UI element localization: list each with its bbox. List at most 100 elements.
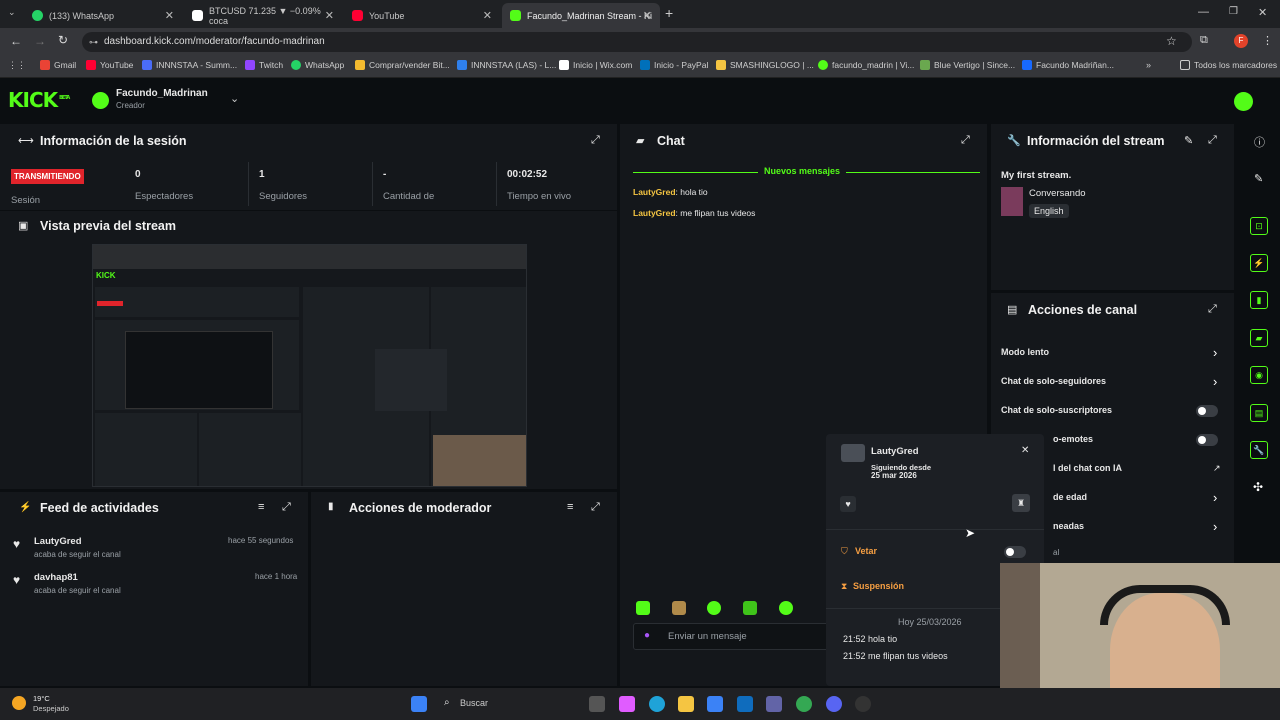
behance-icon: [1022, 60, 1032, 70]
back-icon[interactable]: ←: [10, 34, 22, 48]
tab-search-icon[interactable]: ⌄: [8, 7, 16, 18]
close-icon[interactable]: ✕: [643, 9, 652, 22]
emote-icon[interactable]: [672, 601, 686, 615]
close-icon[interactable]: ✕: [165, 9, 174, 22]
channel-avatar[interactable]: [92, 92, 109, 109]
user-avatar[interactable]: [1234, 92, 1253, 111]
widget-toggle-icon[interactable]: ⊡: [1250, 217, 1268, 235]
emote-icon[interactable]: [636, 601, 650, 615]
bookmark-star-icon[interactable]: ☆: [1166, 34, 1177, 48]
mod-badge-button[interactable]: ♜: [1012, 494, 1030, 512]
bookmark-smashinglogo[interactable]: SMASHINGLOGO | ...: [716, 60, 814, 70]
apps-icon[interactable]: ⋮⋮: [8, 60, 26, 71]
windows-start-icon[interactable]: [411, 696, 427, 712]
add-widget-icon[interactable]: ✣: [1253, 480, 1263, 494]
wrench-widget-icon[interactable]: 🔧: [1250, 441, 1268, 459]
follower-name[interactable]: davhap81: [34, 572, 78, 583]
channel-action-followers-only[interactable]: Chat de solo-seguidores ›: [1001, 374, 1226, 392]
channel-action-age-restriction[interactable]: de edad ›: [1053, 490, 1226, 508]
channel-action-slow-mode[interactable]: Modo lento ›: [1001, 345, 1226, 363]
bookmark-binance[interactable]: Comprar/vender Bit...: [355, 60, 450, 70]
expand-icon[interactable]: ⤢: [961, 134, 970, 147]
menu-icon[interactable]: ⋮: [1262, 34, 1273, 47]
close-icon[interactable]: ✕: [1021, 445, 1029, 456]
teams-icon[interactable]: [766, 696, 782, 712]
weather-desc: Despejado: [33, 704, 69, 713]
edge-icon[interactable]: [649, 696, 665, 712]
channel-action-ai-chat[interactable]: l del chat con IA ↗: [1053, 463, 1226, 479]
ban-toggle[interactable]: [1004, 546, 1026, 558]
chat-username[interactable]: LautyGred: [633, 187, 676, 197]
bookmark-behance[interactable]: Facundo Madriñan...: [1022, 60, 1114, 70]
minimize-button[interactable]: —: [1198, 6, 1209, 18]
follower-name[interactable]: LautyGred: [34, 536, 82, 547]
channel-switcher-chevron-icon[interactable]: ⌄: [230, 92, 239, 105]
filter-icon[interactable]: ≡: [258, 501, 264, 513]
chat-widget-icon[interactable]: ▰: [1250, 329, 1268, 347]
url-input[interactable]: ⊶ dashboard.kick.com/moderator/facundo-m…: [82, 32, 1192, 52]
expand-icon[interactable]: ⤢: [591, 501, 600, 514]
filter-icon[interactable]: ≡: [567, 501, 573, 513]
bookmarks-folder[interactable]: Todos los marcadores: [1180, 60, 1277, 70]
profile-avatar[interactable]: F: [1234, 34, 1248, 48]
close-icon[interactable]: ✕: [483, 9, 492, 22]
emote-icon[interactable]: [707, 601, 721, 615]
tab-youtube[interactable]: YouTube ✕: [344, 3, 500, 28]
bookmark-facundo-vimeo[interactable]: facundo_madrin | Vi...: [818, 60, 914, 70]
chat-username[interactable]: LautyGred: [633, 208, 676, 218]
emote-icon[interactable]: [779, 601, 793, 615]
emotes-only-toggle[interactable]: [1196, 434, 1218, 446]
expand-icon[interactable]: ⤢: [1208, 303, 1217, 316]
kick-logo[interactable]: KICK BETA: [8, 88, 70, 112]
bookmark-youtube[interactable]: YouTube: [86, 60, 133, 70]
bookmark-whatsapp[interactable]: WhatsApp: [291, 60, 344, 70]
channel-action-banned-words[interactable]: neadas ›: [1053, 519, 1226, 537]
close-window-button[interactable]: ✕: [1258, 6, 1267, 19]
expand-icon[interactable]: ⤢: [591, 134, 600, 147]
bookmark-blue-vertigo[interactable]: Blue Vertigo | Since...: [920, 60, 1015, 70]
task-view-icon[interactable]: [589, 696, 605, 712]
discord-icon[interactable]: [826, 696, 842, 712]
log-widget-icon[interactable]: ▮: [1250, 291, 1268, 309]
info-icon[interactable]: ⓘ: [1254, 134, 1265, 150]
forward-icon[interactable]: →: [34, 34, 46, 48]
taskbar-search[interactable]: ⌕ Buscar: [440, 694, 580, 714]
ban-row[interactable]: ⛉ Vetar: [841, 546, 1031, 562]
pencil-icon[interactable]: ✎: [1254, 172, 1263, 185]
expand-icon[interactable]: ⤢: [282, 501, 291, 514]
more-bookmarks-icon[interactable]: »: [1146, 60, 1151, 70]
broadcast-widget-icon[interactable]: ◉: [1250, 366, 1268, 384]
bookmark-wix[interactable]: Inicio | Wix.com: [559, 60, 632, 70]
emote-icon[interactable]: [743, 601, 757, 615]
maximize-button[interactable]: ❐: [1229, 6, 1238, 17]
bolt-widget-icon[interactable]: ⚡: [1250, 254, 1268, 272]
weather-icon[interactable]: [12, 696, 26, 710]
store-icon[interactable]: [707, 696, 723, 712]
bookmark-gmail[interactable]: Gmail: [40, 60, 76, 70]
tab-whatsapp[interactable]: (133) WhatsApp ✕: [24, 3, 182, 28]
actions-widget-icon[interactable]: ▤: [1250, 404, 1268, 422]
edit-icon[interactable]: ✎: [1184, 134, 1193, 147]
bookmark-innnstaa-las[interactable]: INNNSTAA (LAS) - L...: [457, 60, 556, 70]
microphone-icon[interactable]: ●: [644, 630, 650, 641]
outlook-icon[interactable]: [737, 696, 753, 712]
new-tab-button[interactable]: +: [665, 5, 673, 21]
site-info-icon[interactable]: ⊶: [89, 32, 98, 52]
file-explorer-icon[interactable]: [678, 696, 694, 712]
chrome-icon[interactable]: [796, 696, 812, 712]
stream-preview-video[interactable]: KICK: [92, 244, 527, 487]
expand-icon[interactable]: ⤢: [1208, 134, 1217, 147]
bookmark-innnstaa[interactable]: INNNSTAA - Summ...: [142, 60, 237, 70]
copilot-icon[interactable]: [619, 696, 635, 712]
category-name[interactable]: Conversando: [1029, 188, 1086, 199]
close-icon[interactable]: ✕: [325, 9, 334, 22]
tab-kick-stream[interactable]: Facundo_Madrinan Stream - Ki ✕: [502, 3, 660, 28]
extensions-icon[interactable]: ⧉: [1200, 34, 1208, 47]
obs-icon[interactable]: [855, 696, 871, 712]
gift-heart-button[interactable]: ♥: [840, 496, 856, 512]
reload-icon[interactable]: ↻: [58, 33, 68, 47]
tab-tradingview[interactable]: BTCUSD 71.235 ▼ −0.09% coca ✕: [184, 3, 342, 28]
bookmark-twitch[interactable]: Twitch: [245, 60, 283, 70]
bookmark-paypal[interactable]: Inicio - PayPal: [640, 60, 708, 70]
subscribers-only-toggle[interactable]: [1196, 405, 1218, 417]
